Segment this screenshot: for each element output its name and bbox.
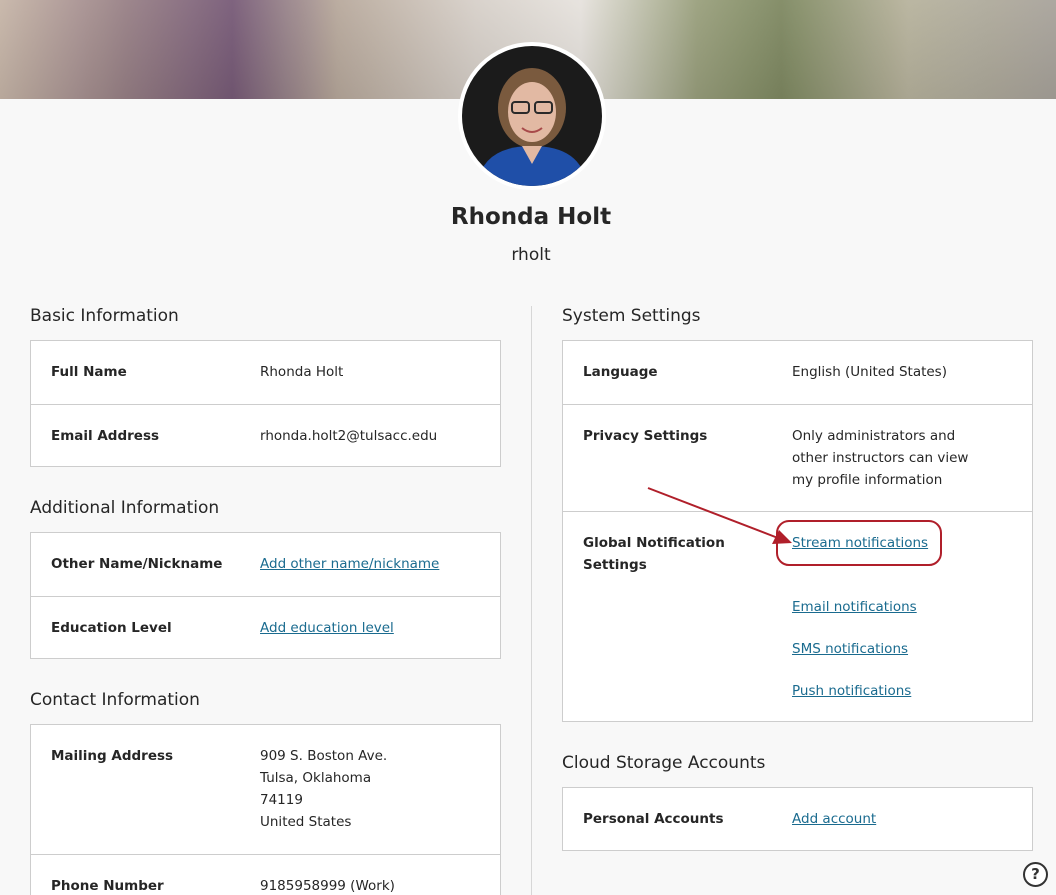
email-label: Email Address [51,428,160,444]
profile-name: Rhonda Holt [450,204,612,230]
basic-info-title: Basic Information [30,306,179,326]
phone-row: Phone Number 9185958999 (Work) [31,854,500,895]
email-notifications-link[interactable]: Email notifications [792,596,917,618]
additional-info-title: Additional Information [30,498,220,518]
basic-info-card: Full Name Rhonda Holt Email Address rhon… [30,340,501,467]
cloud-storage-title: Cloud Storage Accounts [562,753,766,773]
language-row: Language English (United States) [563,341,1032,404]
privacy-line-2: other instructors can view [792,450,969,466]
annotation-arrow-icon [647,487,792,544]
phone-label: Phone Number [51,878,164,894]
full-name-value: Rhonda Holt [260,364,344,380]
privacy-line-3: my profile information [792,472,943,488]
language-label: Language [583,364,658,380]
contact-info-title: Contact Information [30,690,200,710]
privacy-line-1: Only administrators and [792,428,956,444]
additional-info-card: Other Name/Nickname Add other name/nickn… [30,532,501,659]
contact-info-card: Mailing Address 909 S. Boston Ave. Tulsa… [30,724,501,895]
mailing-address-label: Mailing Address [51,748,174,764]
annotation-highlight-oval [776,520,942,566]
push-notifications-link[interactable]: Push notifications [792,680,911,702]
education-row: Education Level Add education level [31,596,500,659]
mailing-line-3: 74119 [260,792,303,808]
sms-notifications-link[interactable]: SMS notifications [792,638,908,660]
notifications-label-line-2: Settings [583,557,647,573]
education-label: Education Level [51,620,172,636]
cloud-storage-card: Personal Accounts Add account [562,787,1033,851]
full-name-label: Full Name [51,364,127,380]
profile-photo [462,46,602,186]
help-icon[interactable]: ? [1023,862,1048,887]
nickname-row: Other Name/Nickname Add other name/nickn… [31,533,500,596]
personal-accounts-label: Personal Accounts [583,811,724,827]
full-name-row: Full Name Rhonda Holt [31,341,500,404]
email-row: Email Address rhonda.holt2@tulsacc.edu [31,404,500,467]
add-account-link[interactable]: Add account [792,808,876,830]
privacy-label: Privacy Settings [583,428,708,444]
system-settings-title: System Settings [562,306,701,326]
profile-username: rholt [511,245,551,265]
mailing-line-1: 909 S. Boston Ave. [260,748,388,764]
personal-accounts-row: Personal Accounts Add account [563,788,1032,851]
phone-value: 9185958999 (Work) [260,878,395,894]
profile-avatar [458,42,606,190]
mailing-line-4: United States [260,814,352,830]
mailing-line-2: Tulsa, Oklahoma [260,770,372,786]
mailing-address-row: Mailing Address 909 S. Boston Ave. Tulsa… [31,725,500,854]
email-value: rhonda.holt2@tulsacc.edu [260,428,438,444]
add-nickname-link[interactable]: Add other name/nickname [260,553,439,575]
language-value: English (United States) [792,364,947,380]
add-education-link[interactable]: Add education level [260,617,394,639]
column-divider [531,306,532,895]
nickname-label: Other Name/Nickname [51,556,223,572]
